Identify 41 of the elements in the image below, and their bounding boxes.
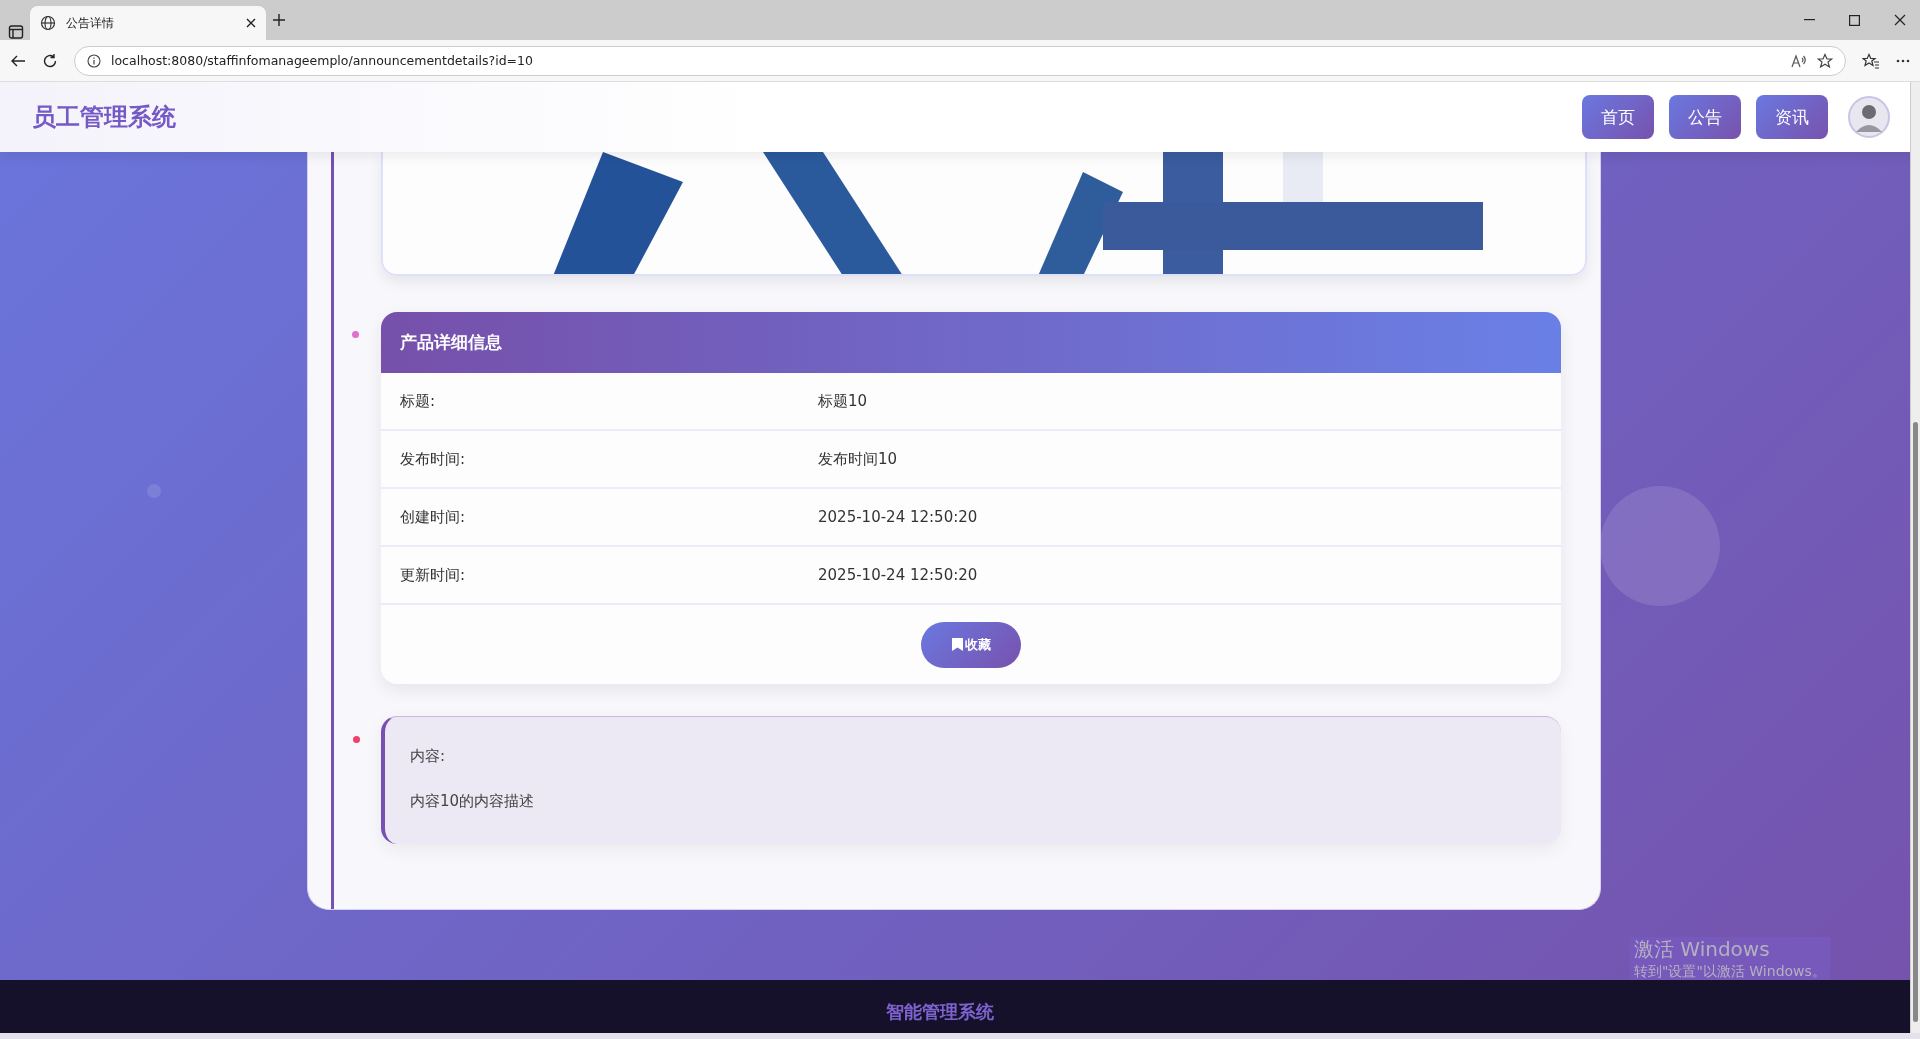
field-value: 标题10 [818,391,869,411]
avatar[interactable] [1848,96,1890,138]
new-tab-icon[interactable] [272,13,286,27]
content-text: 内容10的内容描述 [410,792,536,811]
favorites-icon[interactable] [1862,52,1880,69]
reload-icon[interactable] [42,52,58,69]
field-label: 发布时间: [400,449,467,469]
tab-title: 公告详情 [66,14,115,32]
close-icon[interactable] [1894,14,1906,26]
nav-button[interactable]: 公告 [1669,95,1741,139]
sidebar-toggle-icon[interactable] [8,24,24,40]
scrollbar[interactable] [1910,82,1920,1033]
nav-button[interactable]: 首页 [1582,95,1654,139]
nav-button[interactable]: 资讯 [1756,95,1828,139]
field-label: 更新时间: [400,565,467,585]
close-icon[interactable] [246,18,256,28]
info-icon [87,53,101,68]
card-title: 产品详细信息 [400,331,502,354]
star-icon[interactable] [1817,52,1833,69]
bookmark-icon [951,638,963,651]
field-value: 2025-10-24 12:50:20 [818,566,979,584]
url-text: localhost:8080/staffinfomanageemplo/announcementdetails?id=10 [111,53,534,68]
maximize-icon[interactable] [1849,14,1860,26]
notice-title: 激活 Windows [1634,937,1771,962]
content-label: 内容: [410,747,447,766]
notice-text: 转到"设置"以激活 Windows。 [1634,962,1826,980]
browser-tab[interactable]: 公告详情 [30,6,266,40]
minimize-icon[interactable] [1804,19,1815,21]
footer-brand: 智能管理系统 [886,1000,994,1024]
globe-icon [40,15,56,31]
field-label: 标题: [400,391,437,411]
favorite-button[interactable]: 收藏 [921,621,1021,668]
timeline-dot [353,736,360,743]
site-brand: 员工管理系统 [32,102,177,133]
read-aloud-icon[interactable] [1791,53,1807,68]
field-value: 2025-10-24 12:50:20 [818,508,979,526]
timeline-dot [352,331,359,338]
address-bar[interactable]: localhost:8080/staffinfomanageemplo/announcementdetails?id=10 [74,45,1846,76]
field-label: 创建时间: [400,507,467,527]
field-value: 发布时间10 [818,449,899,469]
more-icon[interactable] [1896,58,1910,63]
